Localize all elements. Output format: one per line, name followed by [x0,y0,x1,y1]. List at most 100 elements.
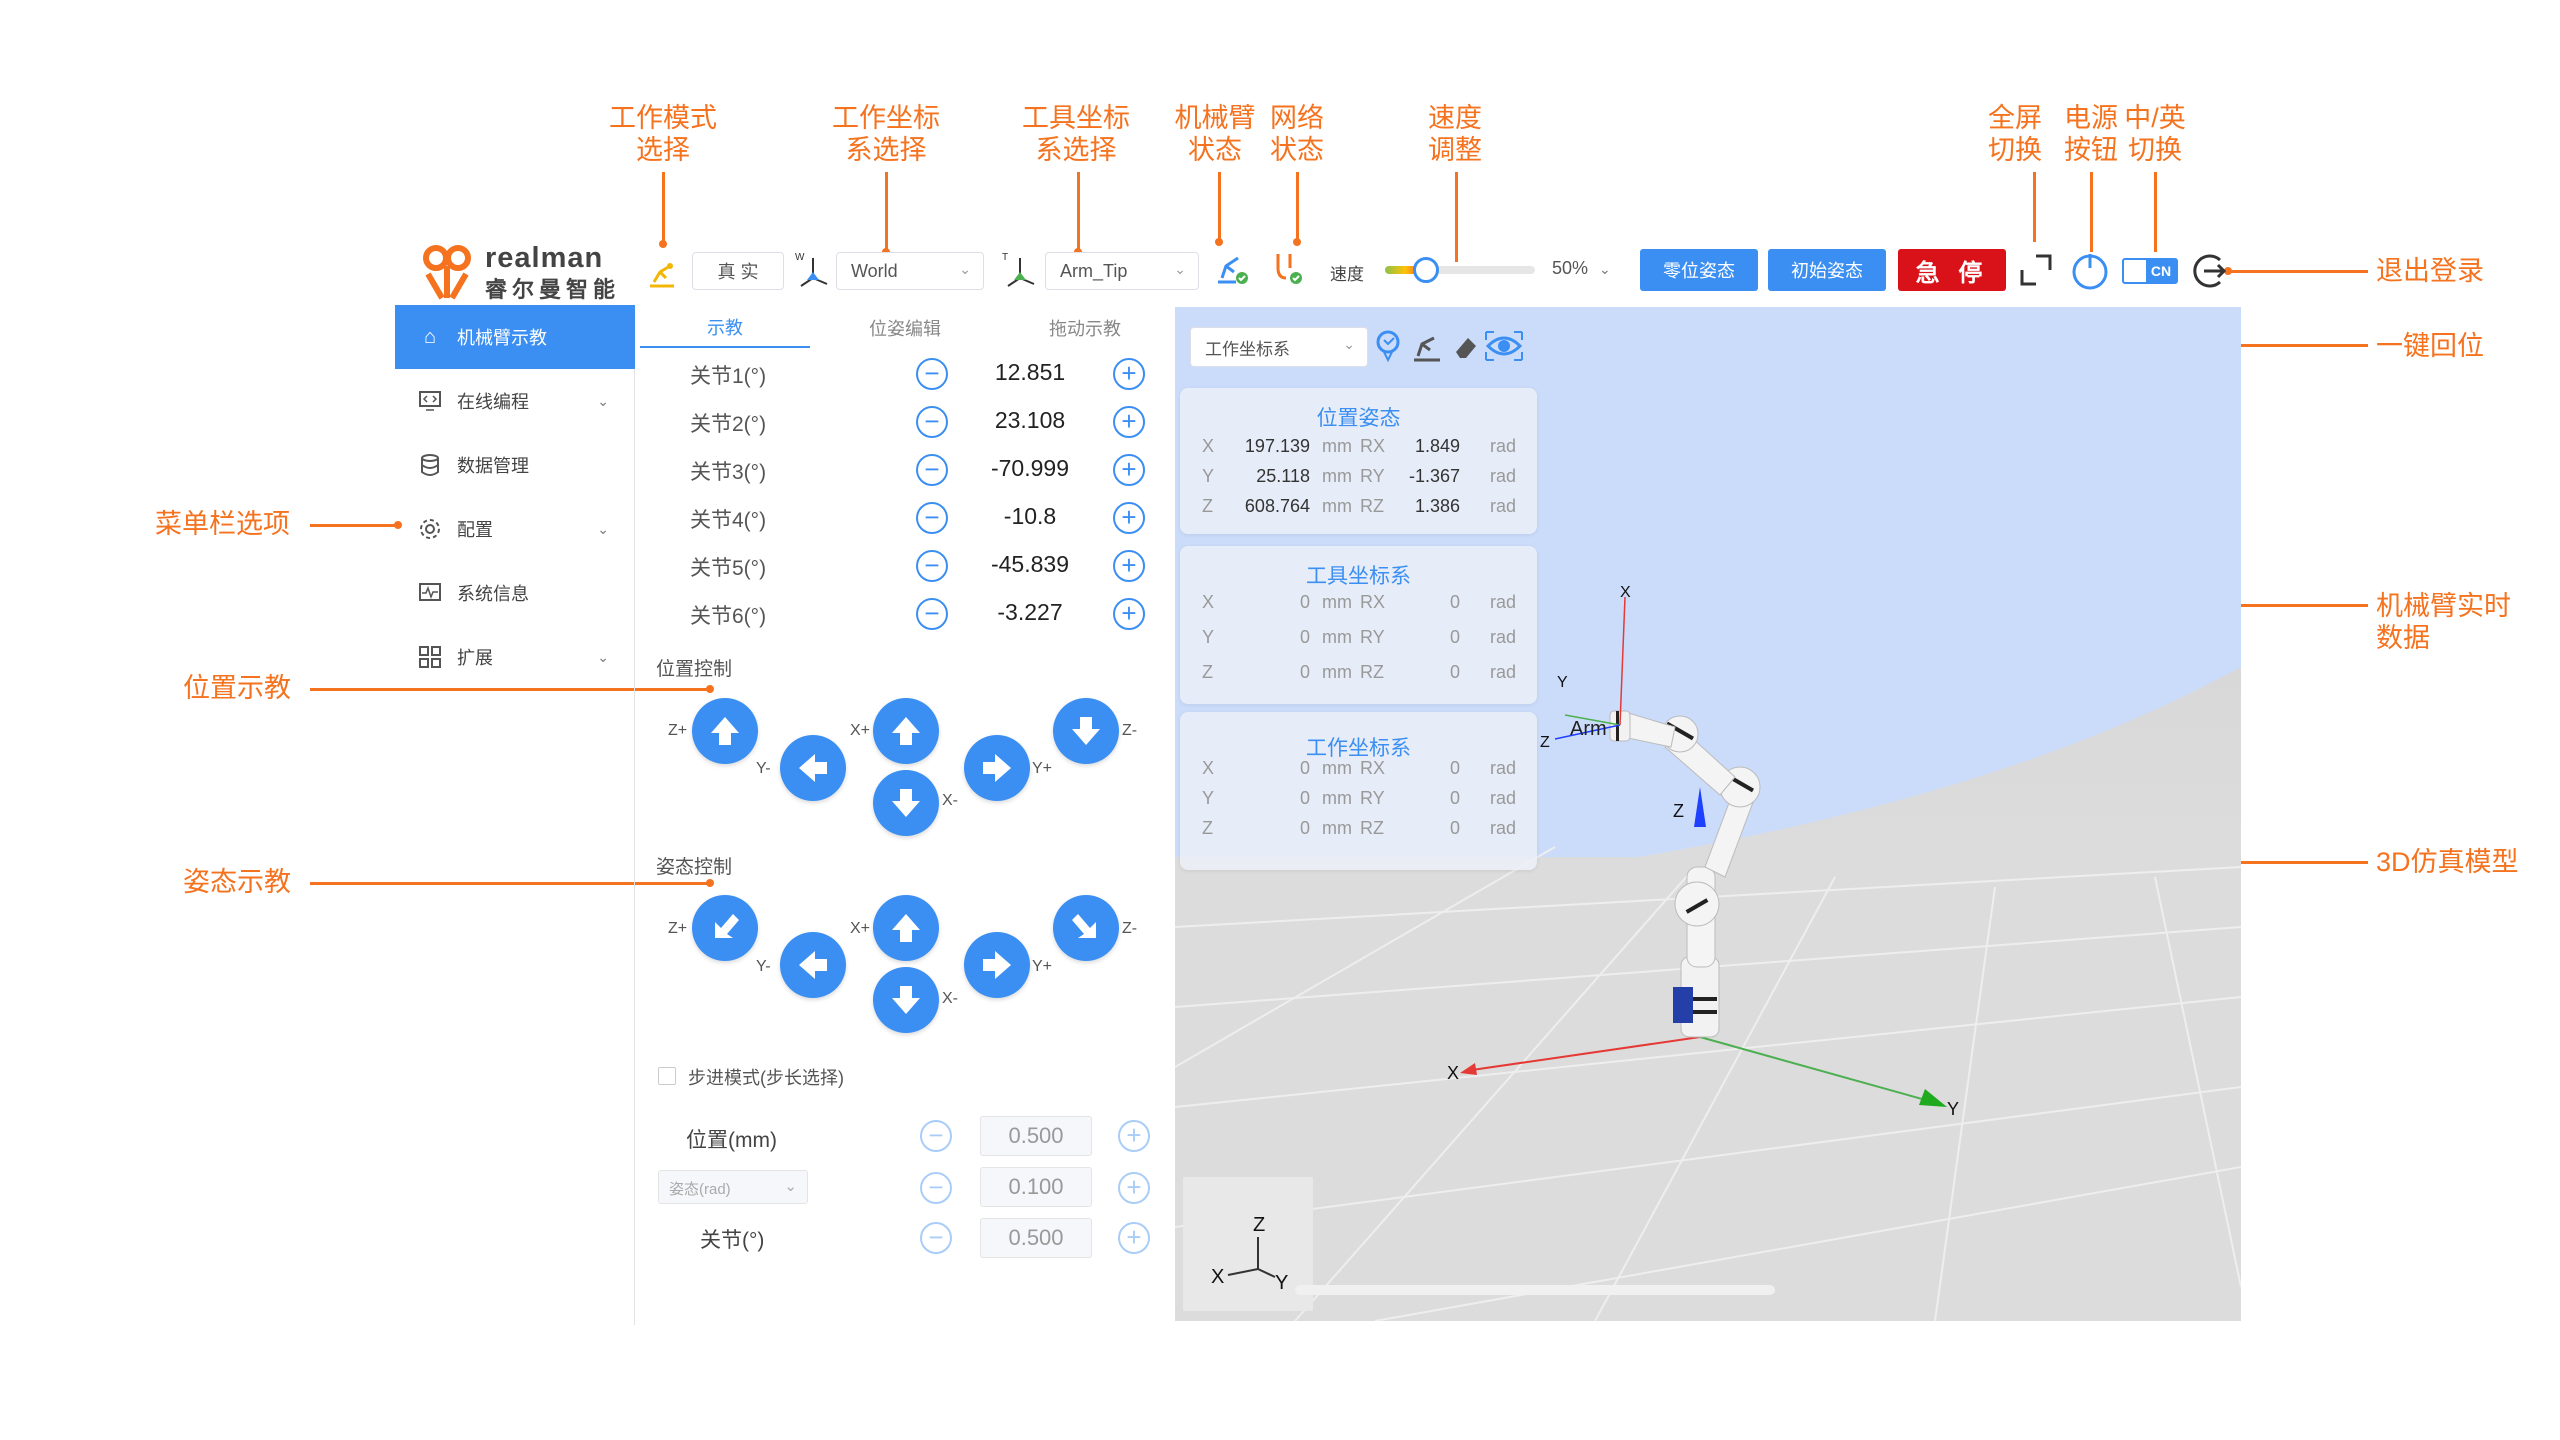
joint-plus-button[interactable]: + [1113,502,1145,534]
tab-teach[interactable]: 示教 [640,308,810,348]
logout-icon[interactable] [2190,250,2232,292]
z-minus-button[interactable] [1053,698,1119,764]
sidebar-item-online-programming[interactable]: 在线编程 ⌄ [395,369,635,433]
callout-line [1077,172,1080,252]
rz-plus-button[interactable] [692,895,758,961]
home-position-icon[interactable] [1374,328,1406,364]
joint-minus-button[interactable]: − [916,358,948,390]
callout-work-mode: 工作模式 选择 [609,103,717,165]
axis-label: Z+ [668,722,688,739]
step-pose-plus-button[interactable]: + [1118,1172,1150,1204]
joint-minus-button[interactable]: − [916,502,948,534]
joint-plus-button[interactable]: + [1113,598,1145,630]
arm-status-icon [1212,248,1252,288]
chevron-down-icon: ⌄ [1174,261,1186,277]
panel-unit: mm [1322,466,1352,486]
tab-drag-teach[interactable]: 拖动示教 [1000,308,1170,348]
callout-pos-teach: 位置示教 [183,673,291,703]
work-mode-icon[interactable] [646,258,678,290]
code-monitor-icon [417,388,443,414]
step-pose-input[interactable]: 0.100 [980,1167,1092,1207]
z-plus-button[interactable] [692,698,758,764]
eraser-icon[interactable] [1452,332,1480,362]
callout-realtime: 机械臂实时 数据 [2376,591,2511,653]
step-joint-label: 关节(°) [700,1229,765,1252]
rz-minus-button[interactable] [1053,895,1119,961]
speed-percent: 50% [1552,258,1589,278]
joint-minus-button[interactable]: − [916,550,948,582]
callout-dot [706,685,714,693]
step-pos-minus-button[interactable]: − [920,1120,952,1152]
step-pos-input[interactable]: 0.500 [980,1116,1092,1156]
tool-axis-y: Y [1557,674,1568,691]
x-minus-button[interactable] [873,770,939,836]
panel-axis-label: RZ [1360,818,1384,838]
y-plus-button[interactable] [964,735,1030,801]
step-mode-checkbox[interactable] [658,1067,676,1085]
joint-minus-button[interactable]: − [916,598,948,630]
sidebar-item-arm-teach[interactable]: ⌂ 机械臂示教 [395,305,635,369]
panel-axis-label: Z [1202,662,1213,682]
tab-pose-edit[interactable]: 位姿编辑 [810,308,1000,348]
fullscreen-icon[interactable] [2018,252,2054,288]
view-frame-select[interactable]: 工作坐标系 ⌄ [1190,327,1368,367]
robot-arm-icon[interactable] [1410,330,1446,364]
horizontal-scrollbar[interactable] [1295,1285,1775,1295]
joint-plus-button[interactable]: + [1113,454,1145,486]
work-frame-select[interactable]: World ⌄ [836,252,984,290]
eye-icon[interactable] [1484,328,1524,364]
step-joint-plus-button[interactable]: + [1118,1222,1150,1254]
speed-slider-handle[interactable] [1413,257,1440,283]
tool-panel-title: 工具坐标系 [1306,565,1411,588]
step-mode-label: 步进模式(步长选择) [688,1068,844,1088]
initial-pose-button[interactable]: 初始姿态 [1768,249,1886,291]
sidebar-item-data-management[interactable]: 数据管理 [395,433,635,497]
zero-pose-button[interactable]: 零位姿态 [1640,249,1758,291]
tool-frame-select[interactable]: Arm_Tip ⌄ [1045,252,1199,290]
power-icon[interactable] [2070,250,2110,290]
panel-unit: mm [1322,818,1352,838]
pose-panel: 位置姿态 X 197.139 mm RX 1.849 rad Y 25.118 m… [1180,388,1537,534]
callout-dot [1215,238,1223,246]
brand-name: realman [485,242,604,274]
sidebar-item-extension[interactable]: 扩展 ⌄ [395,625,635,689]
sidebar-item-label: 系统信息 [457,584,529,604]
svg-text:T: T [1002,252,1008,263]
panel-value: 0 [1449,758,1460,778]
rx-plus-button[interactable] [873,895,939,961]
sidebar-item-config[interactable]: 配置 ⌄ [395,497,635,561]
axis-label: Z- [1122,722,1138,739]
joint-minus-button[interactable]: − [916,406,948,438]
pose-panel-title: 位置姿态 [1316,407,1401,430]
axis-label: Z- [1122,920,1138,937]
speed-value[interactable]: 50% ⌄ [1552,258,1611,279]
sidebar-item-system-info[interactable]: 系统信息 [395,561,635,625]
step-pose-minus-button[interactable]: − [920,1172,952,1204]
callout-3d-model: 3D仿真模型 [2376,847,2519,877]
axis-label: Y+ [1032,760,1053,777]
speed-slider-track[interactable] [1385,257,1535,283]
ry-plus-button[interactable] [964,932,1030,998]
joint-plus-button[interactable]: + [1113,550,1145,582]
work-mode-select[interactable]: 真 实 [692,252,784,290]
rx-minus-button[interactable] [873,967,939,1033]
panel-unit: mm [1322,758,1352,778]
step-joint-input[interactable]: 0.500 [980,1218,1092,1258]
x-plus-button[interactable] [873,698,939,764]
joint-plus-button[interactable]: + [1113,406,1145,438]
work-frame-icon: W [795,250,831,290]
step-joint-minus-button[interactable]: − [920,1222,952,1254]
ry-minus-button[interactable] [780,932,846,998]
svg-text:Z: Z [1253,1214,1265,1236]
joint-plus-button[interactable]: + [1113,358,1145,390]
step-pose-select[interactable]: 姿态(rad) ⌄ [658,1170,808,1204]
joint-value: -10.8 [1003,503,1057,529]
panel-unit: mm [1322,627,1352,647]
joint-label: 关节6(°) [690,605,767,628]
step-pos-plus-button[interactable]: + [1118,1120,1150,1152]
joint-minus-button[interactable]: − [916,454,948,486]
y-minus-button[interactable] [780,735,846,801]
language-toggle[interactable]: CN [2122,258,2178,284]
emergency-stop-button[interactable]: 急 停 [1898,249,2006,291]
base-axis-x: X [1447,1063,1459,1083]
